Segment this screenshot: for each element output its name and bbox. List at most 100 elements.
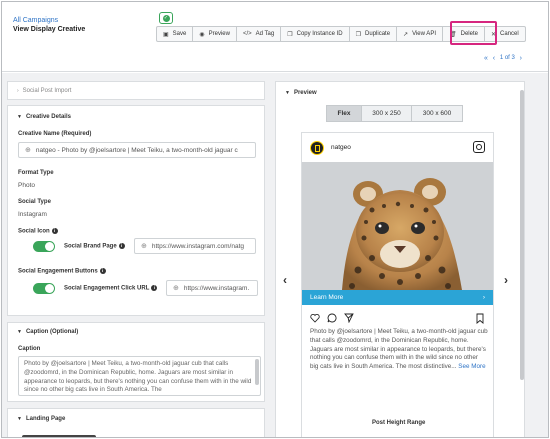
preview-header[interactable]: ▼ Preview — [285, 90, 317, 96]
page-header: All Campaigns View Display Creative ✓ ▣ S… — [2, 2, 548, 72]
learn-more-label: Learn More — [310, 294, 344, 301]
chevron-down-icon: ▼ — [17, 416, 22, 422]
caption-panel: ▼ Caption (Optional) Caption Photo by @jo… — [7, 322, 265, 402]
social-type-label: Social Type — [18, 199, 51, 205]
jaguar-cub-image — [302, 162, 493, 290]
instagram-icon — [473, 141, 485, 153]
bookmark-icon[interactable] — [475, 313, 485, 324]
chevron-down-icon: ▼ — [285, 90, 290, 96]
landing-page-title: Landing Page — [25, 416, 66, 422]
social-engagement-click-label: Social Engagement Click URL i — [64, 285, 158, 292]
record-pager: « ‹ 1 of 3 › — [481, 50, 525, 66]
ad-tag-label: Ad Tag — [255, 31, 275, 37]
copy-icon: ❐ — [287, 31, 293, 38]
ad-tag-button[interactable]: </> Ad Tag — [237, 27, 282, 41]
social-engagement-label: Social Engagement Buttons i — [18, 268, 106, 275]
instagram-post-card: natgeo Learn More › Photo by @joelsartor… — [301, 132, 494, 437]
comment-icon[interactable] — [327, 313, 337, 323]
preview-label: Preview — [208, 31, 230, 37]
creative-name-input[interactable]: ⊕ natgeo - Photo by @joelsartore | Meet T… — [18, 142, 256, 158]
save-label: Save — [172, 31, 187, 37]
globe-icon: ⊕ — [141, 243, 147, 250]
account-name: natgeo — [331, 144, 351, 151]
size-option-300x600[interactable]: 300 x 600 — [412, 106, 462, 121]
social-engagement-label-text: Social Engagement Buttons — [18, 268, 98, 275]
caption-label: Caption — [18, 346, 41, 352]
social-brand-page-url-input[interactable]: ⊕ https://www.instagram.com/natg — [134, 238, 256, 254]
pager-label: 1 of 3 — [499, 55, 515, 61]
preview-button[interactable]: ◉ Preview — [193, 27, 237, 41]
social-type-value: Instagram — [18, 211, 47, 218]
breadcrumb-all-campaigns[interactable]: All Campaigns — [13, 17, 58, 24]
info-icon: i — [99, 268, 106, 274]
post-actions — [310, 313, 354, 323]
social-post-import-panel[interactable]: › Social Post Import — [7, 81, 265, 100]
next-page-icon[interactable]: › — [520, 55, 522, 62]
landing-page-control[interactable] — [22, 435, 96, 437]
view-api-button[interactable]: ↗ View API — [397, 27, 443, 41]
social-icon-label: Social Icon i — [18, 228, 58, 235]
info-icon: i — [51, 228, 58, 234]
preview-next-icon[interactable]: › — [504, 273, 508, 287]
post-height-range-label: Post Height Range — [372, 420, 426, 426]
copy-instance-id-label: Copy Instance ID — [296, 31, 343, 37]
chevron-right-icon: › — [482, 294, 485, 301]
size-option-300x250[interactable]: 300 x 250 — [362, 106, 412, 121]
creative-details-panel: ▼ Creative Details Creative Name (Require… — [7, 105, 265, 316]
duplicate-label: Duplicate — [365, 31, 391, 37]
prev-page-icon[interactable]: ‹ — [493, 55, 495, 62]
see-more-link[interactable]: See More — [458, 363, 485, 370]
landing-page-header[interactable]: ▼ Landing Page — [17, 416, 65, 422]
social-brand-page-toggle[interactable] — [33, 241, 55, 252]
learn-more-bar[interactable]: Learn More › — [302, 290, 493, 305]
globe-icon: ⊕ — [25, 147, 31, 154]
creative-details-header[interactable]: ▼ Creative Details — [17, 114, 71, 120]
content-area: › Social Post Import ▼ Creative Details Cr… — [2, 73, 548, 437]
external-link-icon: ↗ — [403, 31, 409, 38]
social-icon-label-text: Social Icon — [18, 228, 50, 235]
format-type-label: Format Type — [18, 170, 54, 176]
save-button[interactable]: ▣ Save — [157, 27, 194, 41]
size-option-flex[interactable]: Flex — [327, 106, 362, 121]
social-engagement-click-label-text: Social Engagement Click URL — [64, 285, 150, 292]
format-type-value: Photo — [18, 182, 35, 189]
first-page-icon[interactable]: « — [484, 55, 488, 62]
post-photo — [302, 162, 493, 290]
social-post-import-header: › Social Post Import — [17, 88, 71, 94]
preview-prev-icon[interactable]: ‹ — [283, 273, 287, 287]
preview-scrollbar[interactable] — [520, 90, 524, 380]
social-brand-page-url-value: https://www.instagram.com/natg — [151, 242, 244, 250]
cancel-label: Cancel — [499, 31, 519, 37]
code-icon: </> — [242, 31, 252, 37]
chevron-down-icon: ▼ — [17, 114, 22, 120]
preview-title: Preview — [293, 90, 317, 96]
landing-page-panel: ▼ Landing Page — [7, 408, 265, 437]
share-icon[interactable] — [344, 313, 354, 323]
caption-header[interactable]: ▼ Caption (Optional) — [17, 329, 78, 335]
status-check-icon: ✓ — [159, 12, 173, 24]
caption-text: Photo by @joelsartore | Meet Teiku, a tw… — [24, 360, 252, 394]
copy-instance-id-button[interactable]: ❐ Copy Instance ID — [281, 27, 350, 41]
social-engagement-url-input[interactable]: ⊕ https://www.instagram. — [166, 280, 258, 296]
creative-details-title: Creative Details — [25, 114, 71, 120]
view-api-label: View API — [412, 31, 436, 37]
caption-textarea[interactable]: Photo by @joelsartore | Meet Teiku, a tw… — [18, 356, 261, 396]
caption-scrollbar[interactable] — [255, 359, 259, 385]
social-engagement-toggle[interactable] — [33, 283, 55, 294]
social-brand-page-label: Social Brand Page i — [64, 243, 125, 250]
social-post-import-title: Social Post Import — [22, 88, 72, 94]
heart-icon[interactable] — [310, 313, 320, 323]
eye-icon: ◉ — [199, 31, 205, 38]
creative-name-value: natgeo - Photo by @joelsartore | Meet Te… — [35, 146, 238, 154]
social-engagement-url-value: https://www.instagram. — [183, 284, 250, 292]
preview-size-selector: Flex 300 x 250 300 x 600 — [326, 105, 463, 122]
avatar — [310, 141, 324, 155]
social-brand-page-label-text: Social Brand Page — [64, 243, 117, 250]
caption-title: Caption (Optional) — [25, 329, 79, 335]
delete-highlight-box — [450, 21, 497, 45]
preview-panel: ▼ Preview Flex 300 x 250 300 x 600 ‹ › na… — [275, 81, 525, 437]
save-icon: ▣ — [163, 31, 169, 38]
duplicate-button[interactable]: ❐ Duplicate — [350, 27, 398, 41]
info-icon: i — [118, 243, 125, 249]
chevron-right-icon: › — [17, 88, 19, 94]
